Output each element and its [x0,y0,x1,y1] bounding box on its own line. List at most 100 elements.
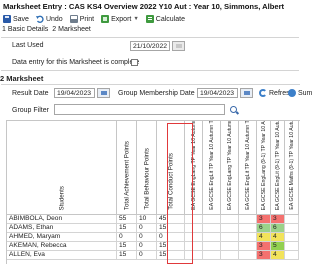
grade-cell[interactable] [203,242,221,251]
grade-cell[interactable] [285,242,299,251]
grade-cell[interactable] [239,233,257,242]
group-membership-label: Group Membership Date [118,90,195,97]
sum-button[interactable]: Sum [288,89,312,97]
student-name-cell[interactable]: ABIMBOLA, Deon [7,215,117,224]
column-header-7[interactable]: EA GCSE EngLit TP Year 10 Autumn Term [239,121,257,215]
search-icon[interactable] [230,106,237,113]
grade-cell[interactable]: 0 [157,233,185,242]
marksheet-grid: Students Total Achievement Points Total B… [6,120,300,264]
grade-cell[interactable] [203,233,221,242]
grade-cell[interactable] [221,242,239,251]
chevron-down-icon: ▼ [133,16,139,22]
grade-cell[interactable] [185,233,203,242]
grade-cell[interactable]: 15 [117,242,137,251]
table-row: ABIMBOLA, Deon 55 10 45 3 3 [7,215,301,224]
student-name-cell[interactable]: AKEMAN, Rebecca [7,242,117,251]
grade-cell[interactable]: 55 [117,215,137,224]
print-icon [69,15,78,23]
column-header-3[interactable]: Total Conduct Points [157,121,185,215]
grade-cell[interactable] [203,224,221,233]
grade-cell[interactable]: 3 [257,251,271,260]
tab-marksheet[interactable]: 2 Marksheet [52,26,91,35]
calculate-label: Calculate [155,15,185,23]
grade-cell[interactable] [221,233,239,242]
grade-cell[interactable]: 15 [157,242,185,251]
grade-cell[interactable]: 0 [137,251,157,260]
grade-cell[interactable]: 15 [157,224,185,233]
student-name-cell[interactable]: AHMED, Maryam [7,233,117,242]
table-row: ADAMS, Ethan 15 0 15 6 6 [7,224,301,233]
grade-cell[interactable] [285,251,299,260]
grade-cell[interactable]: 4 [257,233,271,242]
print-button[interactable]: Print [69,15,94,23]
student-name-cell[interactable]: ALLEN, Eva [7,251,117,260]
calculate-button[interactable]: Calculate [145,15,185,23]
grade-cell[interactable] [239,224,257,233]
grade-cell[interactable] [185,251,203,260]
save-button[interactable]: Save [3,15,29,23]
result-date-calendar-button[interactable] [97,88,110,98]
grade-cell[interactable]: 15 [157,251,185,260]
grade-cell[interactable] [285,215,299,224]
column-header-1[interactable]: Total Achievement Points [117,121,137,215]
grade-cell[interactable]: 10 [137,215,157,224]
column-header-2[interactable]: Total Behaviour Points [137,121,157,215]
complete-checkbox[interactable] [131,59,138,66]
student-name-cell[interactable]: ADAMS, Ethan [7,224,117,233]
grade-cell[interactable] [221,215,239,224]
grade-cell[interactable]: 0 [137,242,157,251]
grade-cell[interactable] [203,215,221,224]
grade-cell[interactable]: 6 [271,224,285,233]
column-header-label: EA GCSE EngLang TP Year 10 Autumn Term [226,121,233,210]
column-header-4[interactable]: EA GCSE EngLang TP Year 10 Autumn Term [185,121,203,215]
column-header-label: Total Conduct Points [167,153,174,210]
grade-cell[interactable] [239,251,257,260]
export-icon [101,15,110,23]
grade-cell[interactable]: 4 [271,233,285,242]
grade-cell[interactable] [221,251,239,260]
grade-cell[interactable] [239,215,257,224]
grade-cell[interactable]: 5 [271,242,285,251]
sum-icon [288,89,296,97]
tab-basic-details[interactable]: 1 Basic Details [2,26,48,35]
students-header: Students [7,121,117,215]
grade-cell[interactable]: 0 [117,233,137,242]
undo-button[interactable]: Undo [35,15,63,23]
toolbar: Save Undo Print Export ▼ Calculate [0,13,300,25]
result-date-field[interactable]: 19/04/2023 [54,88,95,98]
result-date-label: Result Date [12,90,49,97]
group-membership-calendar-button[interactable] [240,88,253,98]
grade-cell[interactable]: 6 [257,224,271,233]
column-header-10[interactable]: EA GCSE Maths (9-1) TP Year 10 Autumn Te… [285,121,299,215]
grade-cell[interactable]: 0 [137,224,157,233]
grade-cell[interactable] [185,224,203,233]
grade-cell[interactable]: 15 [117,224,137,233]
grade-cell[interactable] [185,215,203,224]
refresh-icon [259,89,267,97]
grade-cell[interactable]: 3 [257,215,271,224]
column-header-5[interactable]: EA GCSE EngLit TP Year 10 Autumn Term [203,121,221,215]
grade-cell[interactable]: 45 [157,215,185,224]
table-row: AKEMAN, Rebecca 15 0 15 3 5 [7,242,301,251]
grade-cell[interactable]: 4 [271,251,285,260]
grade-cell[interactable] [203,251,221,260]
grade-cell[interactable] [285,233,299,242]
grade-cell[interactable]: 0 [137,233,157,242]
export-button[interactable]: Export ▼ [101,15,139,23]
group-membership-field[interactable]: 19/04/2023 [197,88,238,98]
grade-cell[interactable]: 3 [257,242,271,251]
save-icon [3,15,11,23]
grade-cell[interactable] [285,224,299,233]
grade-cell[interactable]: 15 [117,251,137,260]
column-header-6[interactable]: EA GCSE EngLang TP Year 10 Autumn Term [221,121,239,215]
column-header-9[interactable]: EA GCSE EngLit (9-1) TP Year 10 Autumn T… [271,121,285,215]
column-header-8[interactable]: EA GCSE EngLang (9-1) TP Year 10 Autumn … [257,121,271,215]
last-used-field: 21/10/2022 [130,41,170,51]
grade-cell[interactable] [221,224,239,233]
grade-cell[interactable] [185,242,203,251]
grade-cell[interactable]: 3 [271,215,285,224]
column-header-label: Total Behaviour Points [143,148,150,210]
grade-cell[interactable] [239,242,257,251]
group-filter-input[interactable] [54,104,225,115]
undo-label: Undo [45,15,63,23]
